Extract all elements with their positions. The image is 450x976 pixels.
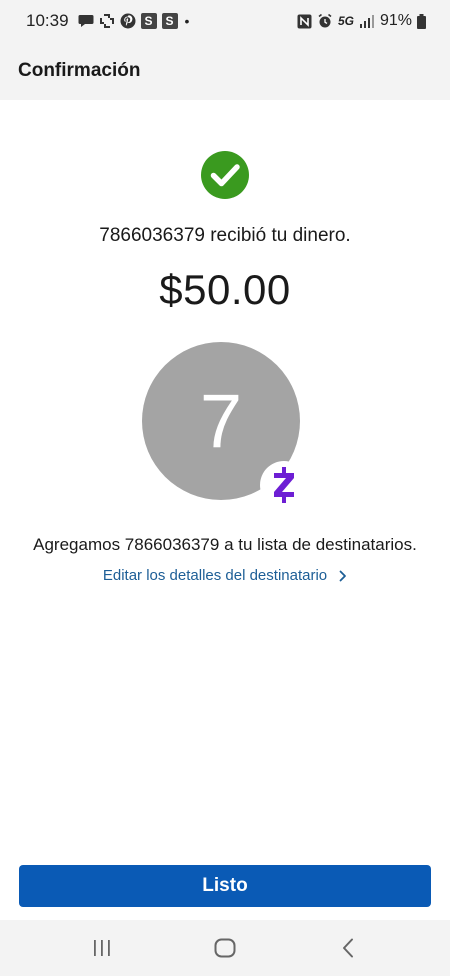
- alarm-icon: [317, 13, 333, 29]
- added-to-recipients-message: Agregamos 7866036379 a tu lista de desti…: [33, 535, 417, 554]
- nfc-icon: [297, 14, 312, 29]
- home-icon[interactable]: [205, 928, 245, 968]
- status-bar-right: 5G 91%: [297, 12, 426, 30]
- payment-amount: $50.00: [159, 266, 291, 313]
- battery-icon: [417, 13, 426, 29]
- check-circle-icon: [201, 151, 249, 199]
- app-header: Confirmación: [0, 42, 450, 100]
- zelle-icon: [260, 461, 308, 509]
- edit-recipient-link[interactable]: Editar los detalles del destinatario: [0, 567, 450, 584]
- done-button[interactable]: Listo: [19, 865, 431, 907]
- battery-percent: 91%: [379, 12, 412, 29]
- done-button-label: Listo: [202, 875, 248, 896]
- back-icon[interactable]: [328, 928, 368, 968]
- page-title: Confirmación: [18, 60, 141, 81]
- confirmation-screen: 10:39 S S • 5G 91% Confirmación 78660363…: [0, 0, 450, 976]
- s-app-icon-1: S: [140, 13, 157, 29]
- chevron-right-icon: [339, 570, 347, 582]
- s-app-icon-2: S: [161, 13, 178, 29]
- chat-bubble-icon: [78, 14, 94, 28]
- signal-icon: [359, 14, 375, 28]
- system-nav-bar: [0, 920, 450, 976]
- status-time: 10:39: [26, 11, 69, 30]
- network-type: 5G: [337, 14, 354, 28]
- edit-recipient-link-label: Editar los detalles del destinatario: [102, 567, 328, 584]
- status-bar: 10:39 S S • 5G 91%: [0, 0, 450, 42]
- received-message: 7866036379 recibió tu dinero.: [99, 225, 351, 246]
- pinterest-icon: [120, 13, 136, 29]
- bank-app-icon: [99, 13, 115, 29]
- status-bar-left: 10:39 S S •: [26, 11, 189, 31]
- recents-icon[interactable]: [82, 928, 122, 968]
- more-notifications-dot: •: [184, 13, 190, 29]
- avatar-initial: 7: [199, 378, 243, 464]
